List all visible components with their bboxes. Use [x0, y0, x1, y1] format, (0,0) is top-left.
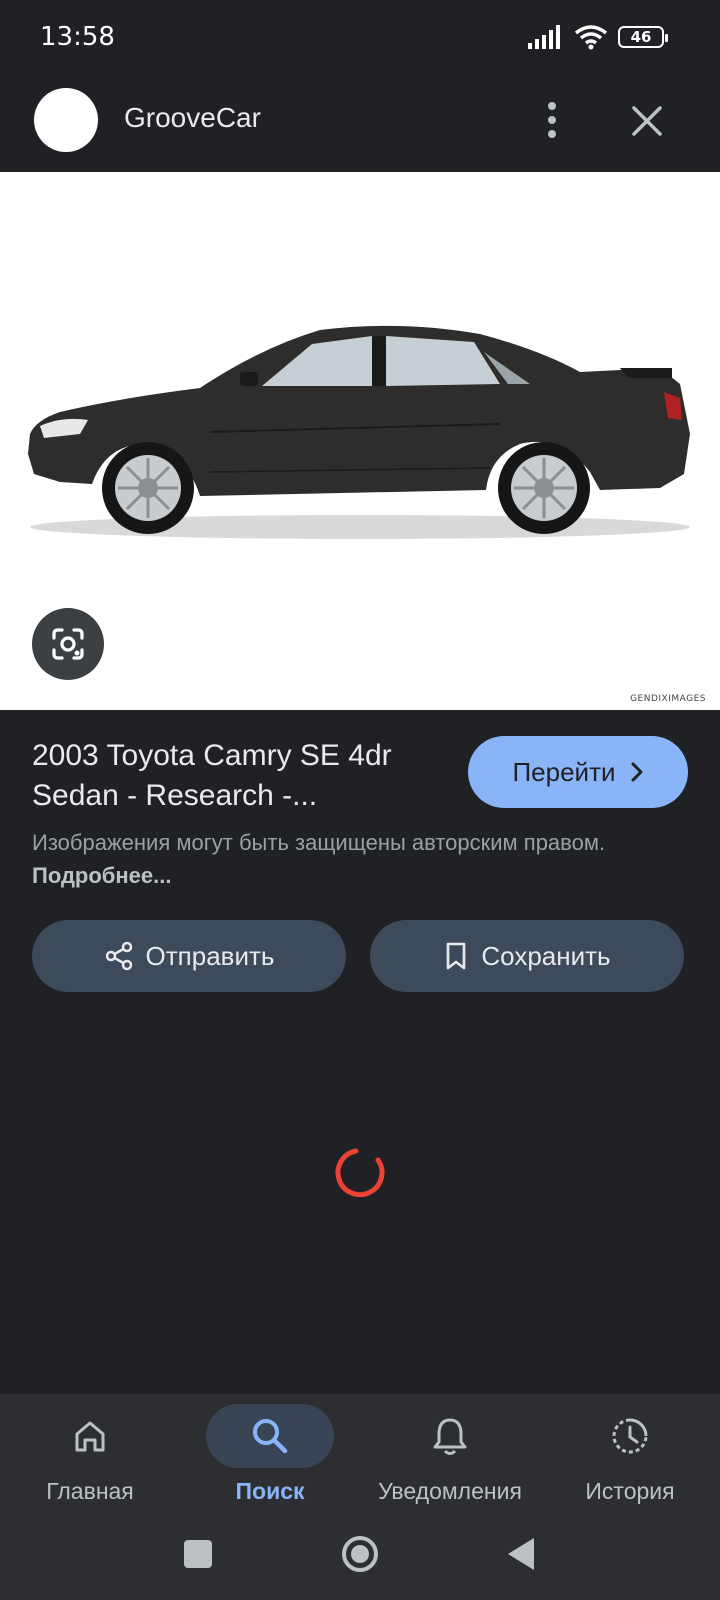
site-favicon	[34, 88, 98, 152]
back-button[interactable]	[504, 1536, 540, 1577]
save-label: Сохранить	[481, 940, 611, 971]
home-circle-icon	[342, 1536, 378, 1572]
site-name[interactable]: GrooveCar	[124, 102, 261, 134]
share-label: Отправить	[145, 940, 275, 971]
system-navigation	[0, 1516, 720, 1600]
copyright-notice: Изображения могут быть защищены авторски…	[32, 826, 672, 892]
wifi-icon	[574, 25, 608, 50]
lens-button[interactable]	[32, 608, 104, 680]
car-image	[28, 325, 690, 539]
nav-home-label: Главная	[46, 1478, 134, 1504]
google-lens-icon	[52, 628, 84, 660]
signal-icon	[528, 25, 560, 49]
nav-home[interactable]: Главная	[0, 1394, 180, 1516]
copyright-text: Изображения могут быть защищены авторски…	[32, 830, 606, 855]
search-icon	[253, 1419, 288, 1454]
home-icon	[75, 1421, 105, 1452]
result-title[interactable]: 2003 Toyota Camry SE 4dr Sedan - Researc…	[32, 736, 452, 816]
nav-notifications[interactable]: Уведомления	[360, 1394, 540, 1516]
chevron-right-icon	[631, 762, 643, 782]
back-icon	[508, 1538, 534, 1570]
learn-more-link[interactable]: Подробнее...	[32, 863, 172, 888]
close-icon	[632, 106, 662, 136]
result-header: GrooveCar	[0, 72, 720, 172]
history-icon	[612, 1418, 648, 1454]
visit-button[interactable]: Перейти	[468, 736, 688, 808]
share-button[interactable]: Отправить	[32, 920, 346, 992]
nav-search-label: Поиск	[235, 1478, 305, 1504]
nav-history[interactable]: История	[540, 1394, 720, 1516]
status-bar: 13:58 46	[0, 0, 720, 72]
save-button[interactable]: Сохранить	[370, 920, 684, 992]
recents-icon	[184, 1540, 212, 1568]
loading-spinner	[335, 1148, 385, 1198]
more-vert-icon	[548, 102, 556, 138]
share-icon	[105, 941, 132, 971]
status-time: 13:58	[40, 22, 115, 52]
more-options-button[interactable]	[532, 94, 572, 146]
nav-history-label: История	[585, 1478, 675, 1504]
recents-button[interactable]	[180, 1536, 216, 1577]
status-icons: 46	[528, 24, 668, 50]
bottom-navigation: Главная Поиск Уведомления История	[0, 1394, 720, 1516]
nav-search[interactable]: Поиск	[180, 1394, 360, 1516]
home-system-button[interactable]	[338, 1536, 382, 1585]
bookmark-icon	[447, 942, 466, 970]
nav-notifications-label: Уведомления	[378, 1478, 522, 1504]
bell-icon	[433, 1418, 467, 1455]
close-button[interactable]	[622, 96, 672, 146]
image-watermark: GENDIXIMAGES	[630, 694, 706, 704]
visit-label: Перейти	[512, 756, 616, 787]
result-image[interactable]: GENDIXIMAGES	[0, 172, 720, 710]
battery-indicator: 46	[618, 26, 668, 48]
